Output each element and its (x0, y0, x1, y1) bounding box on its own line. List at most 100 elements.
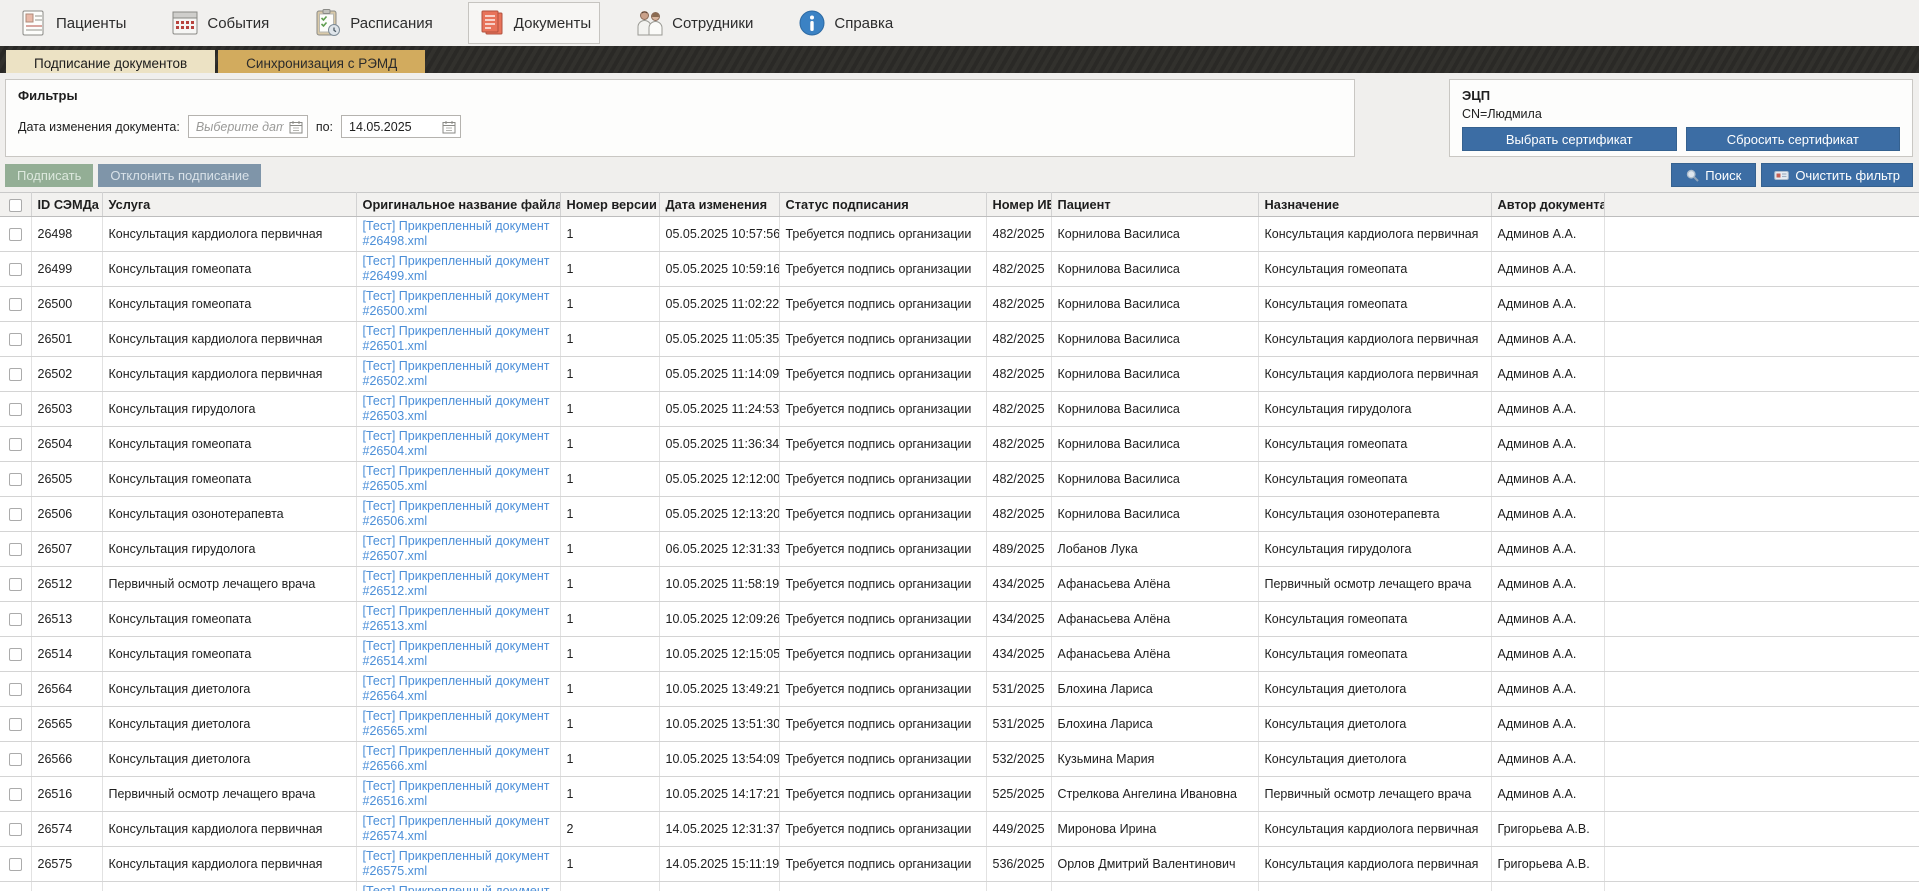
cell-purpose: Консультация диетолога (1258, 671, 1492, 707)
column-header-ib[interactable]: Номер ИБ (986, 192, 1052, 217)
cell-ib-number: 482/2025 (986, 321, 1052, 357)
row-checkbox[interactable] (8, 262, 22, 276)
table-row[interactable]: 26507 Консультация гирудолога [Тест] При… (0, 531, 1919, 567)
row-checkbox[interactable] (8, 647, 22, 661)
cell-semd-id: 26576 (31, 881, 103, 891)
select-certificate-button[interactable]: Выбрать сертификат (1462, 127, 1677, 151)
file-link[interactable]: [Тест] Прикрепленный документ #26503.xml (363, 394, 550, 423)
tab-sync-remd[interactable]: Синхронизация с РЭМД (218, 50, 426, 73)
sign-button[interactable]: Подписать (5, 163, 94, 187)
column-header-status[interactable]: Статус подписания (779, 192, 987, 217)
table-row[interactable]: 26502 Консультация кардиолога первичная … (0, 356, 1919, 392)
row-checkbox[interactable] (8, 332, 22, 346)
row-checkbox-cell (0, 461, 32, 497)
table-row[interactable]: 26512 Первичный осмотр лечащего врача [Т… (0, 566, 1919, 602)
row-checkbox[interactable] (8, 437, 22, 451)
toolbar-item-documents[interactable]: Документы (467, 2, 601, 44)
file-link[interactable]: [Тест] Прикрепленный документ #26501.xml (363, 324, 550, 353)
column-header-patient[interactable]: Пациент (1051, 192, 1259, 217)
row-checkbox[interactable] (8, 822, 22, 836)
calendar-icon[interactable] (289, 120, 303, 134)
file-link[interactable]: [Тест] Прикрепленный документ #26504.xml (363, 429, 550, 458)
select-all-checkbox[interactable] (8, 199, 22, 213)
search-button[interactable]: Поиск (1671, 163, 1757, 187)
table-row[interactable]: 26565 Консультация диетолога [Тест] Прик… (0, 706, 1919, 742)
column-header-purpose[interactable]: Назначение (1258, 192, 1492, 217)
file-link[interactable]: [Тест] Прикрепленный документ #26512.xml (363, 569, 550, 598)
date-to-input[interactable] (349, 119, 438, 134)
table-row[interactable]: 26501 Консультация кардиолога первичная … (0, 321, 1919, 357)
file-link[interactable]: [Тест] Прикрепленный документ #26575.xml (363, 849, 550, 878)
table-row[interactable]: 26514 Консультация гомеопата [Тест] Прик… (0, 636, 1919, 672)
file-link[interactable]: [Тест] Прикрепленный документ #26576.xml (363, 884, 550, 891)
row-checkbox[interactable] (8, 682, 22, 696)
reset-certificate-button[interactable]: Сбросить сертификат (1685, 127, 1900, 151)
cell-ib-number: 531/2025 (986, 671, 1052, 707)
calendar-icon[interactable] (442, 120, 456, 134)
table-row[interactable]: 26564 Консультация диетолога [Тест] Прик… (0, 671, 1919, 707)
toolbar-item-patients[interactable]: Пациенты (10, 2, 135, 44)
table-row[interactable]: 26503 Консультация гирудолога [Тест] При… (0, 391, 1919, 427)
file-link[interactable]: [Тест] Прикрепленный документ #26513.xml (363, 604, 550, 633)
row-checkbox[interactable] (8, 402, 22, 416)
cell-semd-id: 26505 (31, 461, 103, 497)
row-checkbox[interactable] (8, 577, 22, 591)
file-link[interactable]: [Тест] Прикрепленный документ #26506.xml (363, 499, 550, 528)
row-checkbox[interactable] (8, 612, 22, 626)
row-checkbox[interactable] (8, 787, 22, 801)
row-checkbox[interactable] (8, 857, 22, 871)
table-row[interactable]: 26513 Консультация гомеопата [Тест] Прик… (0, 601, 1919, 637)
cell-file: [Тест] Прикрепленный документ #26499.xml (356, 251, 561, 287)
table-row[interactable]: 26505 Консультация гомеопата [Тест] Прик… (0, 461, 1919, 497)
column-header-modified[interactable]: Дата изменения (659, 192, 780, 217)
table-row[interactable]: 26504 Консультация гомеопата [Тест] Прик… (0, 426, 1919, 462)
row-checkbox[interactable] (8, 507, 22, 521)
cell-semd-id: 26506 (31, 496, 103, 532)
row-checkbox[interactable] (8, 542, 22, 556)
column-header-version[interactable]: Номер версии (560, 192, 660, 217)
table-row[interactable]: 26576 Консультация кардиолога первичная … (0, 881, 1919, 891)
toolbar-item-events[interactable]: События (161, 2, 278, 44)
row-checkbox[interactable] (8, 717, 22, 731)
table-row[interactable]: 26574 Консультация кардиолога первичная … (0, 811, 1919, 847)
cell-service: Консультация кардиолога первичная (102, 846, 357, 882)
file-link[interactable]: [Тест] Прикрепленный документ #26507.xml (363, 534, 550, 563)
row-checkbox[interactable] (8, 227, 22, 241)
cell-author: Админов А.А. (1491, 601, 1605, 637)
table-row[interactable]: 26566 Консультация диетолога [Тест] Прик… (0, 741, 1919, 777)
table-row[interactable]: 26500 Консультация гомеопата [Тест] Прик… (0, 286, 1919, 322)
date-from-input[interactable] (195, 119, 284, 134)
toolbar-item-staff[interactable]: Сотрудники (626, 2, 762, 44)
table-row[interactable]: 26516 Первичный осмотр лечащего врача [Т… (0, 776, 1919, 812)
column-header-id[interactable]: ID СЭМДа (31, 192, 103, 217)
table-row[interactable]: 26506 Консультация озонотерапевта [Тест]… (0, 496, 1919, 532)
file-link[interactable]: [Тест] Прикрепленный документ #26502.xml (363, 359, 550, 388)
file-link[interactable]: [Тест] Прикрепленный документ #26574.xml (363, 814, 550, 843)
tab-signing-documents[interactable]: Подписание документов (6, 50, 216, 73)
file-link[interactable]: [Тест] Прикрепленный документ #26566.xml (363, 744, 550, 773)
table-row[interactable]: 26498 Консультация кардиолога первичная … (0, 216, 1919, 252)
file-link[interactable]: [Тест] Прикрепленный документ #26565.xml (363, 709, 550, 738)
row-checkbox[interactable] (8, 297, 22, 311)
file-link[interactable]: [Тест] Прикрепленный документ #26500.xml (363, 289, 550, 318)
cell-service: Консультация гирудолога (102, 531, 357, 567)
table-row[interactable]: 26575 Консультация кардиолога первичная … (0, 846, 1919, 882)
file-link[interactable]: [Тест] Прикрепленный документ #26564.xml (363, 674, 550, 703)
row-checkbox[interactable] (8, 752, 22, 766)
toolbar-item-schedules[interactable]: Расписания (304, 2, 441, 44)
table-row[interactable]: 26499 Консультация гомеопата [Тест] Прик… (0, 251, 1919, 287)
reject-signing-button[interactable]: Отклонить подписание (98, 163, 262, 187)
column-header-file[interactable]: Оригинальное название файла (356, 192, 561, 217)
cell-version: 1 (560, 286, 660, 322)
file-link[interactable]: [Тест] Прикрепленный документ #26499.xml (363, 254, 550, 283)
row-checkbox[interactable] (8, 472, 22, 486)
file-link[interactable]: [Тест] Прикрепленный документ #26516.xml (363, 779, 550, 808)
file-link[interactable]: [Тест] Прикрепленный документ #26498.xml (363, 219, 550, 248)
toolbar-item-help[interactable]: Справка (788, 2, 902, 44)
row-checkbox[interactable] (8, 367, 22, 381)
column-header-service[interactable]: Услуга (102, 192, 357, 217)
column-header-author[interactable]: Автор документа (1491, 192, 1605, 217)
file-link[interactable]: [Тест] Прикрепленный документ #26505.xml (363, 464, 550, 493)
clear-filter-button[interactable]: Очистить фильтр (1761, 163, 1913, 187)
file-link[interactable]: [Тест] Прикрепленный документ #26514.xml (363, 639, 550, 668)
